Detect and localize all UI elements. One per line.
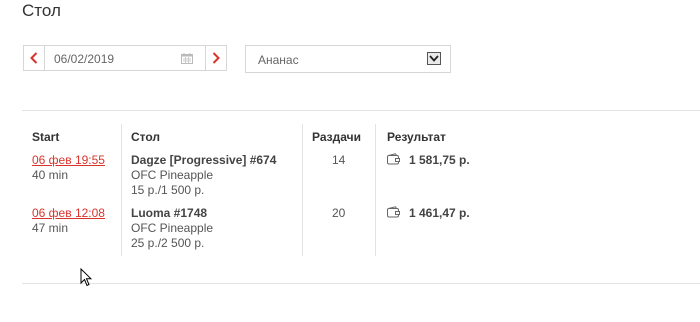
date-navigator [23, 45, 227, 71]
page-title: Стол [22, 1, 61, 20]
duration: 40 min [32, 168, 69, 182]
table-row-start: 06 фев 12:08 47 min [32, 206, 105, 236]
column-divider [375, 124, 376, 256]
hands-count: 14 [332, 153, 346, 167]
divider [22, 283, 700, 284]
column-header-result[interactable]: Результат [387, 130, 446, 144]
table-name: Dagze [Progressive] #674 [131, 153, 277, 167]
table-row-start: 06 фев 19:55 40 min [32, 153, 105, 183]
column-divider [121, 124, 122, 256]
game-type: OFC Pineapple [131, 168, 214, 182]
dropdown-arrow-icon[interactable] [427, 52, 441, 65]
result-amount: 1 581,75 р. [409, 153, 470, 167]
mouse-cursor-icon [80, 268, 92, 287]
table-name: Luoma #1748 [131, 206, 208, 220]
date-field[interactable] [45, 45, 205, 71]
chevron-right-icon [212, 52, 220, 64]
date-input[interactable] [54, 52, 174, 66]
calendar-icon[interactable] [181, 53, 193, 64]
start-time-link[interactable]: 06 фев 12:08 [32, 206, 105, 221]
stakes: 15 р./1 500 р. [131, 183, 205, 197]
column-header-start[interactable]: Start [32, 130, 59, 144]
start-time-link[interactable]: 06 фев 19:55 [32, 153, 105, 168]
table-row-table: Luoma #1748 OFC Pineapple 25 р./2 500 р. [131, 206, 213, 251]
column-header-hands[interactable]: Раздачи [312, 130, 361, 144]
game-select-value: Ананас [258, 53, 299, 67]
game-select[interactable]: Ананас [245, 45, 451, 73]
game-type: OFC Pineapple [131, 221, 214, 235]
prev-date-button[interactable] [23, 45, 45, 71]
column-divider [302, 124, 303, 256]
result-amount: 1 461,47 р. [409, 206, 470, 220]
column-header-table[interactable]: Стол [131, 130, 160, 144]
wallet-icon [387, 153, 400, 165]
hands-count: 20 [332, 206, 346, 220]
next-date-button[interactable] [205, 45, 227, 71]
divider [22, 110, 700, 111]
stakes: 25 р./2 500 р. [131, 236, 205, 250]
chevron-left-icon [30, 52, 38, 64]
wallet-icon [387, 206, 400, 218]
table-row-table: Dagze [Progressive] #674 OFC Pineapple 1… [131, 153, 276, 198]
duration: 47 min [32, 221, 69, 235]
